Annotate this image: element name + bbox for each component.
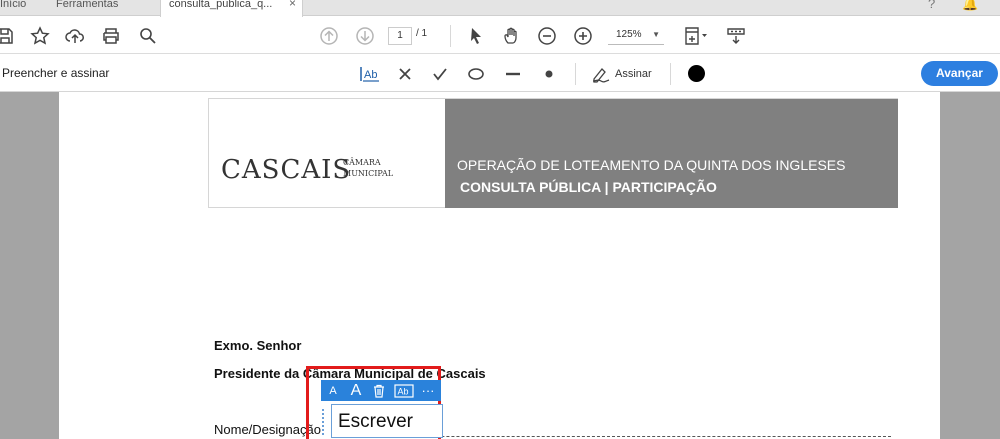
increase-font-icon[interactable]: A (345, 380, 367, 401)
chevron-down-icon: ▼ (652, 30, 660, 39)
fill-sign-title: Preencher e assinar (2, 66, 110, 80)
more-options-icon[interactable]: ··· (417, 380, 439, 401)
hand-tool-icon[interactable] (501, 25, 523, 47)
zoom-select[interactable]: 125% ▼ (608, 26, 664, 45)
text-field-type-icon[interactable]: Ab (391, 380, 417, 401)
field-drag-handle[interactable] (322, 409, 326, 435)
upload-cloud-icon[interactable] (64, 25, 86, 47)
help-icon[interactable]: ? (928, 0, 935, 11)
name-field-label: Nome/Designação (214, 422, 321, 437)
fill-bar-divider (575, 63, 576, 85)
sign-button[interactable]: Assinar (591, 64, 661, 84)
check-mark-icon[interactable] (431, 64, 449, 84)
logo-subtitle: CÂMARA MUNICIPAL (343, 157, 393, 179)
zoom-in-icon[interactable] (572, 25, 594, 47)
tab-document[interactable]: consulta_publica_q... × (160, 0, 303, 17)
toolbar-divider (450, 25, 451, 47)
fill-sign-bar: Preencher e assinar Ab Assinar (0, 55, 1000, 92)
document-page: CASCAIS CÂMARA MUNICIPAL OPERAÇÃO DE LOT… (59, 92, 940, 439)
save-icon[interactable] (0, 25, 16, 47)
tab-home[interactable]: Início (0, 0, 52, 16)
document-header: CASCAIS CÂMARA MUNICIPAL OPERAÇÃO DE LOT… (208, 98, 898, 208)
cascais-logo: CASCAIS (221, 155, 352, 185)
tab-document-label: consulta_publica_q... (169, 0, 273, 10)
next-button[interactable]: Avançar (921, 61, 998, 86)
line-icon[interactable] (504, 64, 522, 84)
app-window: Início Ferramentas consulta_publica_q...… (0, 0, 1000, 439)
circle-icon[interactable] (467, 64, 485, 84)
delete-trash-icon[interactable] (367, 380, 391, 401)
color-picker-swatch[interactable] (688, 65, 705, 82)
main-toolbar: 1 / 1 125% ▼ (0, 17, 1000, 54)
text-field-toolbar: A A Ab ··· (321, 380, 441, 401)
page-number-input[interactable]: 1 (388, 27, 412, 45)
next-page-icon[interactable] (354, 25, 376, 47)
header-banner: OPERAÇÃO DE LOTEAMENTO DA QUINTA DOS ING… (445, 99, 898, 208)
page-total: / 1 (416, 28, 428, 39)
zoom-out-icon[interactable] (536, 25, 558, 47)
pen-sign-icon (592, 68, 610, 83)
logo-subtitle-line1: CÂMARA (343, 158, 381, 167)
sign-label: Assinar (615, 68, 652, 80)
document-viewport[interactable]: CASCAIS CÂMARA MUNICIPAL OPERAÇÃO DE LOT… (0, 92, 1000, 439)
bookmark-star-icon[interactable] (29, 25, 51, 47)
previous-page-icon[interactable] (318, 25, 340, 47)
header-title: OPERAÇÃO DE LOTEAMENTO DA QUINTA DOS ING… (457, 157, 846, 173)
dot-icon[interactable] (540, 64, 558, 84)
zoom-value: 125% (616, 29, 642, 40)
salutation-text: Exmo. Senhor (214, 338, 302, 353)
close-tab-icon[interactable]: × (289, 0, 296, 9)
text-entry-field[interactable]: Escrever (331, 404, 443, 438)
fit-page-icon[interactable] (681, 25, 711, 47)
add-text-icon[interactable]: Ab (358, 64, 382, 84)
tab-bar: Início Ferramentas consulta_publica_q...… (0, 0, 1000, 17)
fill-bar-divider (670, 63, 671, 85)
decrease-font-icon[interactable]: A (321, 380, 345, 401)
cross-mark-icon[interactable] (396, 64, 414, 84)
tab-tools[interactable]: Ferramentas (48, 0, 148, 16)
search-icon[interactable] (137, 25, 159, 47)
logo-subtitle-line2: MUNICIPAL (343, 169, 394, 178)
header-subtitle: CONSULTA PÚBLICA | PARTICIPAÇÃO (460, 179, 717, 195)
svg-text:Ab: Ab (398, 386, 409, 396)
notifications-icon[interactable]: 🔔 (962, 0, 978, 12)
scroll-mode-icon[interactable] (725, 25, 747, 47)
select-cursor-icon[interactable] (465, 25, 487, 47)
print-icon[interactable] (100, 25, 122, 47)
svg-text:Ab: Ab (364, 69, 377, 81)
